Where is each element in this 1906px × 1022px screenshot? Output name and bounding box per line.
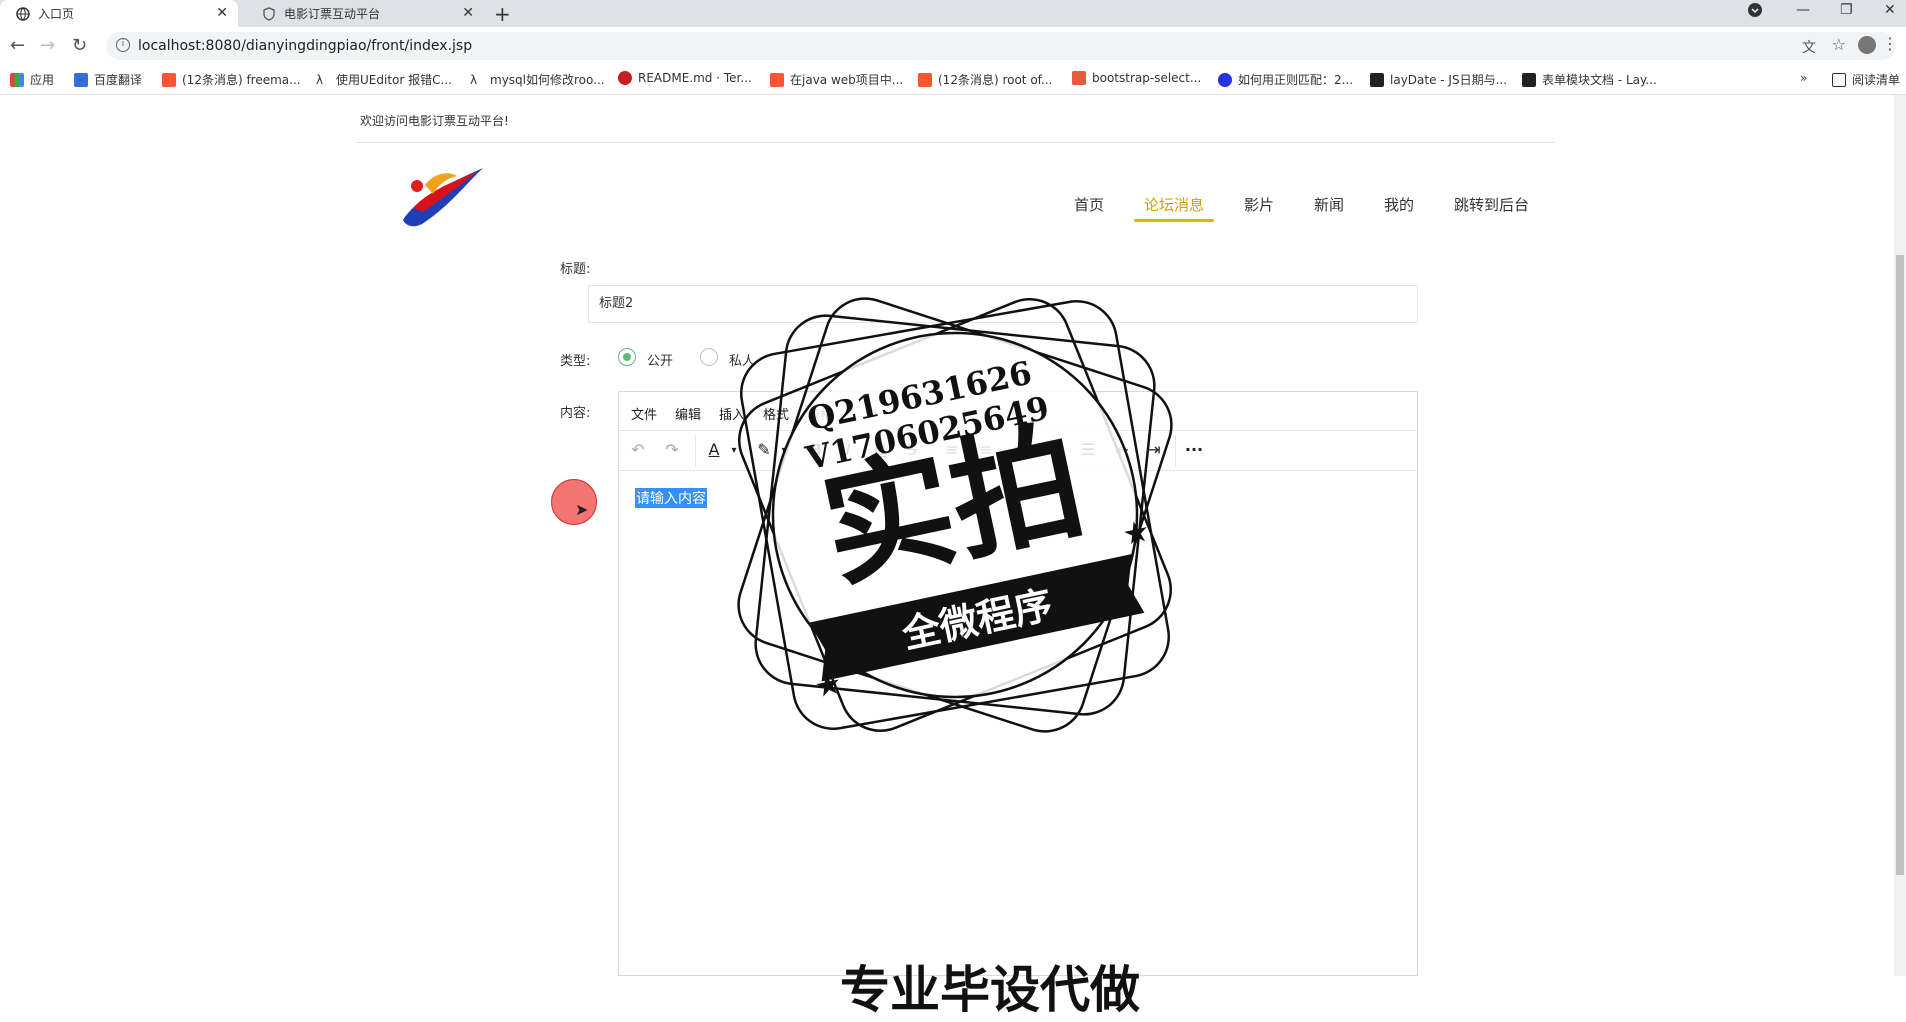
reading-list-icon [1832, 72, 1846, 87]
lambda-icon: λ [316, 72, 324, 87]
layui-icon [1522, 72, 1536, 87]
bookmark-item[interactable]: 百度翻译 [74, 71, 142, 88]
bookmark-item[interactable]: λ mysql如何修改roo... [470, 71, 605, 88]
close-icon[interactable]: ✕ [462, 5, 474, 21]
back-icon[interactable]: ← [10, 35, 25, 56]
toolbar-separator [695, 435, 696, 467]
nav-forum[interactable]: 论坛消息 [1144, 194, 1204, 215]
forward-icon[interactable]: → [40, 35, 55, 56]
nav-active-underline [1134, 219, 1214, 222]
bootstrap-icon [1072, 71, 1086, 85]
undo-icon[interactable]: ↶ [627, 440, 649, 459]
tab-platform[interactable]: 电影订票互动平台 ✕ [246, 0, 484, 27]
bookmark-item[interactable]: 如何用正则匹配：2... [1218, 71, 1353, 88]
editor-placeholder: 请输入内容 [635, 488, 707, 508]
watermark-bottom-text: 专业毕设代做 [840, 961, 1140, 1019]
bookmark-item[interactable]: (12条消息) freema... [162, 71, 301, 88]
csdn-icon [918, 72, 932, 87]
nav-movies[interactable]: 影片 [1244, 194, 1274, 215]
address-bar[interactable]: i localhost:8080/dianyingdingpiao/front/… [106, 32, 1898, 60]
close-icon[interactable]: ✕ [216, 5, 228, 21]
lambda-icon: λ [470, 72, 478, 87]
menu-edit[interactable]: 编辑 [675, 404, 701, 423]
bookmarks-bar: 应用 百度翻译 (12条消息) freema... λ 使用UEditor 报错… [0, 65, 1906, 95]
globe-icon [16, 6, 30, 21]
tab-search-icon[interactable] [1747, 2, 1763, 22]
shield-icon [262, 6, 276, 21]
content-label: 内容: [560, 406, 591, 421]
title-label: 标题: [560, 262, 591, 277]
nav-admin[interactable]: 跳转到后台 [1454, 194, 1529, 215]
watermark-stamp: Q219631626 V1706025649 实拍 全微程序 ★ ★ [720, 280, 1190, 750]
apps-icon [10, 72, 24, 87]
profile-icon[interactable] [1858, 36, 1876, 54]
info-icon[interactable]: i [116, 38, 130, 52]
url-text: localhost:8080/dianyingdingpiao/front/in… [138, 38, 473, 54]
restore-icon[interactable]: ❐ [1840, 2, 1853, 18]
bookmark-item[interactable]: bootstrap-select... [1072, 71, 1201, 85]
scrollbar-thumb[interactable] [1896, 255, 1904, 875]
bookmark-item[interactable]: README.md · Ter... [618, 71, 752, 85]
tab-label: 电影订票互动平台 [284, 7, 381, 21]
radio-private[interactable] [700, 348, 718, 366]
bookmarks-overflow-icon[interactable]: » [1800, 71, 1807, 85]
site-logo[interactable] [395, 160, 490, 235]
tab-entry[interactable]: 入口页 ✕ [0, 0, 238, 27]
bookmark-item[interactable]: λ 使用UEditor 报错C... [316, 71, 452, 88]
minimize-icon[interactable]: — [1796, 2, 1810, 18]
csdn-icon [162, 72, 176, 87]
bookmark-item[interactable]: 表单模块文档 - Lay... [1522, 71, 1657, 88]
browser-tab-bar: 入口页 ✕ 电影订票互动平台 ✕ + — ❐ ✕ [0, 0, 1906, 27]
page-scrollbar[interactable] [1894, 95, 1906, 976]
reload-icon[interactable]: ↻ [72, 35, 87, 56]
browser-toolbar: ← → ↻ i localhost:8080/dianyingdingpiao/… [0, 27, 1906, 65]
csdn-icon [770, 72, 784, 87]
gitee-icon [618, 71, 632, 85]
welcome-text: 欢迎访问电影订票互动平台! [360, 114, 509, 128]
nav-news[interactable]: 新闻 [1314, 194, 1344, 215]
header-divider [355, 142, 1555, 143]
nav-mine[interactable]: 我的 [1384, 194, 1414, 215]
close-window-icon[interactable]: ✕ [1884, 2, 1896, 18]
radio-public-label[interactable]: 公开 [647, 350, 673, 369]
menu-file[interactable]: 文件 [631, 404, 657, 423]
cursor-icon: ➤ [575, 500, 589, 519]
reading-list[interactable]: 阅读清单 [1832, 71, 1900, 88]
bookmark-item[interactable]: layDate - JS日期与... [1370, 71, 1507, 88]
bookmark-item[interactable]: 在java web项目中... [770, 71, 903, 88]
translate-icon [74, 72, 88, 87]
bookmark-apps[interactable]: 应用 [10, 71, 54, 88]
bookmark-item[interactable]: (12条消息) root of... [918, 71, 1052, 88]
click-indicator: ➤ [551, 479, 597, 525]
layui-icon [1370, 72, 1384, 87]
new-tab-icon[interactable]: + [494, 2, 511, 26]
nav-home[interactable]: 首页 [1074, 194, 1104, 215]
redo-icon[interactable]: ↷ [661, 440, 683, 459]
baidu-icon [1218, 72, 1232, 87]
type-label: 类型: [560, 354, 591, 369]
tab-label: 入口页 [38, 7, 75, 21]
translate-icon[interactable]: 文 [1802, 37, 1816, 57]
radio-public[interactable] [618, 348, 636, 366]
star-icon[interactable]: ☆ [1832, 35, 1846, 54]
menu-icon[interactable]: ⋮ [1882, 34, 1898, 53]
